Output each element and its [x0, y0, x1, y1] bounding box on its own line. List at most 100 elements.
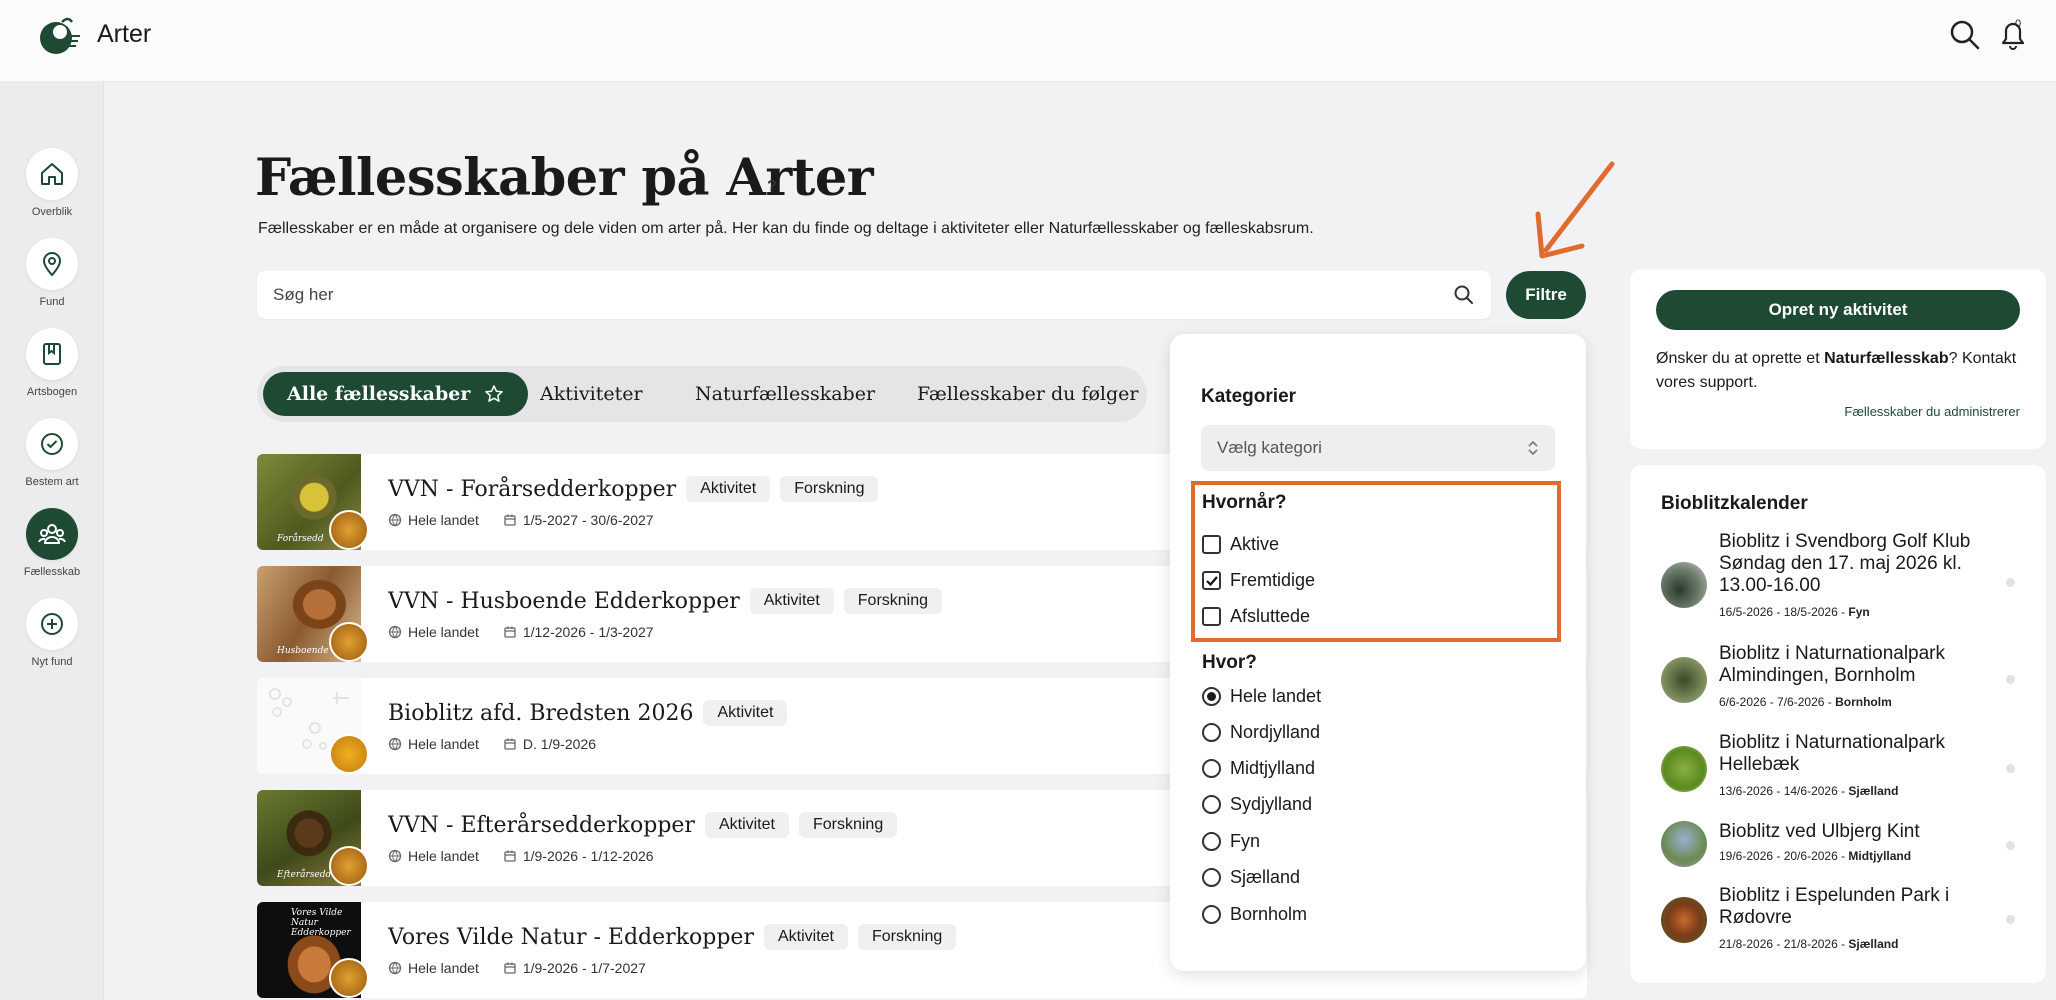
card-meta: Hele landet 1/9-2026 - 1/7-2027 — [388, 960, 646, 976]
checkbox[interactable] — [1202, 607, 1221, 626]
search-input[interactable] — [273, 271, 1423, 319]
sidebar-item-fund[interactable]: Fund — [0, 238, 104, 308]
sidebar-item-label: Nyt fund — [31, 656, 73, 668]
sidebar-item-nyt-fund[interactable]: Nyt fund — [0, 598, 104, 668]
card-title-text: VVN - Husboende Edderkopper — [388, 589, 740, 614]
where-option-bornholm[interactable]: Bornholm — [1202, 904, 1307, 925]
radio-selected[interactable] — [1202, 687, 1221, 706]
globe-icon — [388, 513, 402, 527]
where-option-label: Hele landet — [1230, 686, 1322, 706]
card-image-caption: Vores Vilde Natur Edderkopper — [291, 908, 351, 938]
card-area: Hele landet — [408, 960, 479, 976]
card-title-text: Vores Vilde Natur - Edderkopper — [388, 925, 754, 950]
card-area: Hele landet — [408, 624, 479, 640]
where-option-nordjylland[interactable]: Nordjylland — [1202, 722, 1320, 743]
event-dates: 21/8-2026 - 21/8-2026 - Sjælland — [1719, 937, 1898, 951]
sidebar-item-label: Overblik — [31, 206, 73, 218]
checkbox-checked[interactable] — [1202, 571, 1221, 590]
card-avatar — [329, 958, 369, 998]
card-title: VVN - Forårsedderkopper Aktivitet Forsknin… — [388, 476, 879, 502]
badge-forskning: Forskning — [780, 476, 879, 502]
event-image — [1661, 562, 1707, 608]
sidebar-item-bestem-art[interactable]: Bestem art — [0, 418, 104, 488]
badge-aktivitet: Aktivitet — [704, 812, 789, 838]
checkbox[interactable] — [1202, 535, 1221, 554]
where-option-fyn[interactable]: Fyn — [1202, 831, 1260, 852]
tab-aktiviteter[interactable]: Aktiviteter — [540, 372, 643, 416]
calendar-icon — [504, 962, 516, 974]
where-option-hele-landet[interactable]: Hele landet — [1202, 686, 1321, 707]
event-name: Bioblitz i Espelunden Park i Rødovre — [1719, 885, 1950, 928]
plus-circle-icon — [41, 613, 63, 635]
page-subtitle: Fællesskaber er en måde at organisere og… — [258, 220, 1314, 237]
radio[interactable] — [1202, 759, 1221, 778]
event-region: Midtjylland — [1848, 849, 1912, 863]
event-dates: 16/5-2026 - 18/5-2026 - Fyn — [1719, 605, 1870, 619]
bioblitz-calendar: Bioblitzkalender Bioblitz i Svendborg Go… — [1630, 465, 2046, 983]
page-title: Fællesskaber på Arter — [255, 148, 874, 208]
sidebar: Overblik Fund Artsbogen Bestem art Fælle… — [0, 82, 104, 1000]
help-icon[interactable]: ? — [767, 178, 777, 196]
calendar-icon — [504, 626, 516, 638]
arter-logo-icon[interactable] — [38, 14, 82, 58]
globe-icon — [388, 625, 402, 639]
globe-icon — [388, 737, 402, 751]
badge-forskning: Forskning — [857, 924, 957, 950]
filter-button[interactable]: Filtre — [1506, 271, 1586, 319]
where-option-label: Nordjylland — [1230, 722, 1321, 742]
where-option-label: Fyn — [1230, 831, 1261, 851]
card-meta: Hele landet 1/12-2026 - 1/3-2027 — [388, 624, 654, 640]
sidebar-item-overblik[interactable]: Overblik — [0, 148, 104, 218]
sidebar-item-artsbogen[interactable]: Artsbogen — [0, 328, 104, 398]
card-title-text: Bioblitz afd. Bredsten 2026 — [388, 701, 694, 726]
when-option-aktive[interactable]: Aktive — [1202, 534, 1279, 555]
tab-faellesskaber-du-foelger[interactable]: Fællesskaber du følger — [917, 372, 1139, 416]
card-dates: 1/12-2026 - 1/3-2027 — [522, 624, 654, 640]
when-option-afsluttede[interactable]: Afsluttede — [1202, 606, 1310, 627]
tab-naturfaellesskaber[interactable]: Naturfællesskaber — [695, 372, 875, 416]
where-option-sydjylland[interactable]: Sydjylland — [1202, 794, 1312, 815]
search-icon[interactable] — [1948, 18, 1982, 52]
card-title-text: VVN - Forårsedderkopper — [388, 477, 677, 502]
create-activity-button[interactable]: Opret ny aktivitet — [1656, 290, 2020, 330]
tab-label: Naturfællesskaber — [695, 383, 876, 405]
event-name: Bioblitz i Svendborg Golf Klub Søndag de… — [1719, 531, 1971, 596]
managed-communities-link[interactable]: Fællesskaber du administrerer — [1844, 404, 2020, 419]
sidebar-item-faellesskab[interactable]: Fællesskab — [0, 508, 104, 578]
where-option-sjaelland[interactable]: Sjælland — [1202, 867, 1300, 888]
badge-forskning: Forskning — [798, 812, 898, 838]
radio[interactable] — [1202, 905, 1221, 924]
event-date-range: 6/6-2026 - 7/6-2026 - — [1719, 695, 1836, 709]
tab-alle-faellesskaber[interactable]: Alle fællesskaber — [263, 372, 529, 416]
search-icon[interactable] — [1453, 284, 1475, 306]
globe-icon — [388, 849, 402, 863]
notifications-button[interactable]: 0 — [1995, 16, 2031, 54]
radio[interactable] — [1202, 832, 1221, 851]
card-title: VVN - Efterårsedderkopper Aktivitet Forskn… — [388, 812, 898, 838]
calendar-icon — [504, 850, 516, 862]
card-title: Bioblitz afd. Bredsten 2026 Aktivitet — [388, 700, 788, 726]
card-avatar — [329, 622, 369, 662]
check-circle-icon — [41, 433, 63, 455]
where-heading: Hvor? — [1202, 652, 1257, 673]
radio[interactable] — [1202, 868, 1221, 887]
card-title-text: VVN - Efterårsedderkopper — [388, 813, 695, 838]
category-select[interactable]: Vælg kategori — [1201, 425, 1555, 471]
radio[interactable] — [1202, 723, 1221, 742]
card-title: VVN - Husboende Edderkopper Aktivitet Fors… — [388, 588, 943, 614]
when-option-label: Fremtidige — [1230, 570, 1316, 590]
card-meta: Hele landet D. 1/9-2026 — [388, 736, 596, 752]
checkmark-icon — [1205, 575, 1218, 586]
event-name: Bioblitz ved Ulbjerg Kint — [1719, 821, 1920, 842]
when-option-fremtidige[interactable]: Fremtidige — [1202, 570, 1315, 591]
book-icon — [43, 343, 61, 365]
card-image: Vores Vilde Natur Edderkopper — [257, 902, 369, 998]
event-region: Fyn — [1848, 605, 1870, 619]
card-dates: 1/9-2026 - 1/12-2026 — [522, 848, 654, 864]
app-title[interactable]: Arter — [97, 20, 151, 49]
where-option-midtjylland[interactable]: Midtjylland — [1202, 758, 1315, 779]
radio[interactable] — [1202, 795, 1221, 814]
when-option-label: Aktive — [1230, 534, 1280, 554]
event-dates: 6/6-2026 - 7/6-2026 - Bornholm — [1719, 695, 1892, 709]
event-date-range: 21/8-2026 - 21/8-2026 - — [1719, 937, 1849, 951]
